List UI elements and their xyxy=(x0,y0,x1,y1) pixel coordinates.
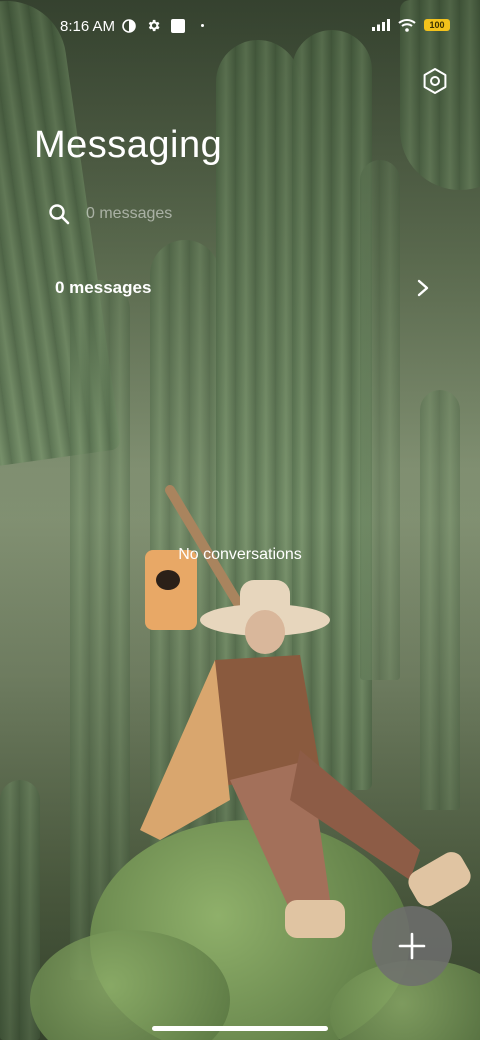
battery-icon: 100 xyxy=(424,19,450,31)
settings-icon xyxy=(423,68,447,94)
settings-button[interactable] xyxy=(420,66,450,96)
plus-icon xyxy=(398,932,426,960)
status-icons-left xyxy=(122,18,204,33)
square-icon xyxy=(171,18,185,33)
wifi-icon xyxy=(398,19,416,32)
gear-icon xyxy=(148,19,160,32)
chevron-right-icon xyxy=(417,279,429,297)
home-indicator[interactable] xyxy=(152,1026,328,1031)
new-message-button[interactable] xyxy=(372,906,452,986)
theme-icon xyxy=(122,18,136,33)
message-count-label: 0 messages xyxy=(55,278,152,297)
dot-icon xyxy=(201,24,204,27)
status-time: 8:16 AM xyxy=(60,18,116,35)
page-title: Messaging xyxy=(34,124,223,166)
status-icons-right: 100 xyxy=(372,18,450,32)
search-input[interactable] xyxy=(84,204,388,224)
empty-state-text: No conversations xyxy=(178,546,302,563)
status-bar: 8:16 AM 100 xyxy=(0,0,480,56)
signal-icon xyxy=(372,19,390,31)
search-bar[interactable] xyxy=(48,198,448,230)
message-count-row[interactable]: 0 messages xyxy=(55,272,430,304)
search-icon xyxy=(49,204,70,225)
